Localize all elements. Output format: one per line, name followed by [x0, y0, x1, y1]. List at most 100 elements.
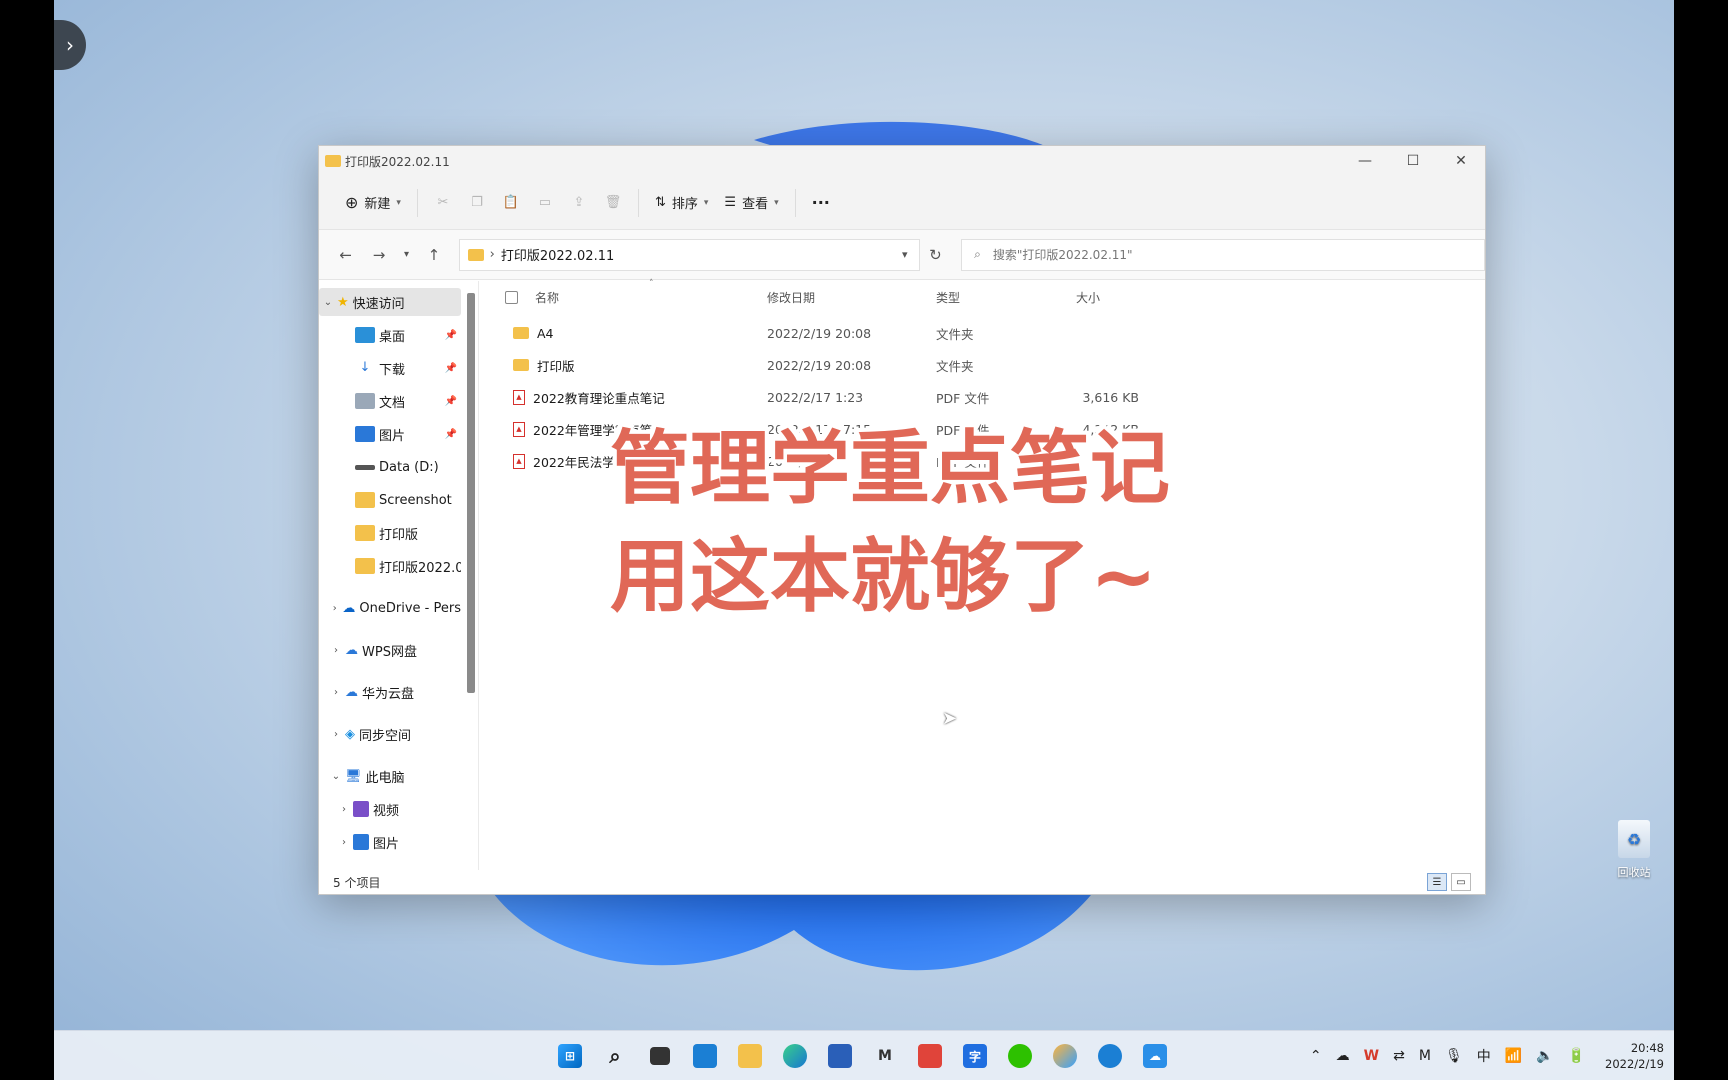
nav-item-print-2022[interactable]: 打印版2022.02	[319, 552, 461, 580]
maximize-button[interactable]: ☐	[1389, 146, 1437, 176]
file-date: 2022/2/17 1:23	[767, 389, 864, 405]
wechat-icon[interactable]	[1002, 1039, 1038, 1073]
chevron-down-icon: ▾	[774, 197, 779, 208]
nav-onedrive[interactable]: › ☁ OneDrive - Pers	[319, 594, 461, 622]
column-type[interactable]: 类型	[936, 289, 960, 306]
recycle-bin[interactable]: ♻ 回收站	[1604, 820, 1664, 880]
sort-button[interactable]: ⇅ 排序 ▾	[647, 187, 716, 218]
task-view-icon[interactable]	[642, 1039, 678, 1073]
star-icon: ★	[337, 294, 349, 310]
photos-app-icon[interactable]	[1047, 1039, 1083, 1073]
nav-quick-access[interactable]: ⌄ ★ 快速访问	[319, 288, 461, 316]
office-app-icon[interactable]	[912, 1039, 948, 1073]
caption-line-1: 管理学重点笔记	[610, 422, 1170, 515]
recent-locations-button[interactable]: ▾	[396, 240, 418, 270]
sort-arrow-icon: ˄	[649, 279, 654, 289]
title-bar: 打印版2022.02.11 — ☐ ✕	[319, 146, 1485, 176]
new-button[interactable]: ⊕ 新建 ▾	[337, 187, 409, 218]
widgets-icon[interactable]	[687, 1039, 723, 1073]
cut-icon[interactable]: ✂	[426, 188, 460, 218]
nav-huawei[interactable]: › ☁ 华为云盘	[319, 678, 461, 706]
ime-indicator[interactable]: 中	[1477, 1046, 1491, 1066]
microphone-icon[interactable]: 🎙	[1445, 1048, 1463, 1064]
file-date: 2022/2/19 20:08	[767, 357, 872, 373]
clock[interactable]: 20:48 2022/2/19	[1605, 1040, 1664, 1072]
refresh-button[interactable]: ↻	[920, 239, 951, 271]
chevron-down-icon[interactable]: ▾	[891, 248, 919, 261]
nav-videos[interactable]: › 视频	[319, 795, 461, 823]
chevron-down-icon: ⌄	[331, 770, 341, 782]
nav-item-drive-d[interactable]: Data (D:)	[319, 453, 461, 481]
address-bar[interactable]: › 打印版2022.02.11 ▾	[458, 238, 920, 271]
edge-icon[interactable]	[777, 1039, 813, 1073]
preview-view-button[interactable]: ▭	[1451, 873, 1471, 891]
nav-item-desktop[interactable]: 桌面 📌	[319, 321, 461, 349]
chevron-up-icon[interactable]: ⌃	[1310, 1048, 1322, 1064]
view-button[interactable]: ☰ 查看 ▾	[716, 187, 786, 218]
dict-app-icon[interactable]: 字	[957, 1039, 993, 1073]
clock-time: 20:48	[1630, 1041, 1664, 1055]
nav-label: WPS网盘	[362, 644, 417, 660]
command-bar: ⊕ 新建 ▾ ✂ ❐ 📋 ▭ ⇪ 🗑 ⇅ 排序 ▾ ☰ 查看 ▾ ···	[319, 176, 1485, 230]
drive-icon	[355, 464, 375, 470]
column-name[interactable]: 名称	[535, 289, 559, 306]
cloud-icon[interactable]: ☁	[1336, 1048, 1350, 1064]
file-type: 文件夹	[936, 358, 974, 374]
computer-icon: 🖥	[345, 768, 362, 784]
close-button[interactable]: ✕	[1437, 146, 1485, 176]
chevron-down-icon: ▾	[703, 197, 709, 208]
taskbar-apps: ⊞ ⌕ M 字 ☁	[552, 1039, 1173, 1073]
nav-item-pictures[interactable]: 图片 📌	[319, 420, 461, 448]
wps-icon[interactable]: W	[1364, 1048, 1379, 1064]
delete-icon[interactable]: 🗑	[596, 188, 630, 218]
search-icon[interactable]: ⌕	[597, 1039, 633, 1073]
picture-icon	[353, 834, 369, 850]
cloud-icon: ☁	[345, 684, 358, 700]
nav-scrollbar[interactable]	[467, 293, 475, 693]
folder-icon	[325, 155, 341, 167]
switch-icon[interactable]: ⇄	[1393, 1048, 1405, 1064]
file-row[interactable]: A4 2022/2/19 20:08 文件夹	[479, 318, 1199, 348]
search-box[interactable]: ⌕ 搜索"打印版2022.02.11"	[961, 238, 1485, 271]
chevron-right-icon: ›	[332, 602, 337, 614]
rename-icon[interactable]: ▭	[528, 188, 562, 218]
file-row[interactable]: 打印版 2022/2/19 20:08 文件夹	[479, 350, 1199, 380]
forward-button[interactable]: →	[362, 240, 395, 270]
nav-this-pc[interactable]: ⌄ 🖥 此电脑	[319, 762, 461, 790]
volume-icon[interactable]: 🔈	[1536, 1048, 1553, 1064]
mindmaster-icon[interactable]: M	[867, 1039, 903, 1073]
file-row[interactable]: ▲ 2022教育理论重点笔记 2022/2/17 1:23 PDF 文件 3,61…	[479, 382, 1199, 412]
more-options-button[interactable]: ···	[804, 187, 838, 218]
nav-sync[interactable]: › ◈ 同步空间	[319, 720, 461, 748]
details-view-button[interactable]: ☰	[1427, 873, 1447, 891]
up-button[interactable]: ↑	[417, 240, 450, 270]
cloud-drive-icon[interactable]: ☁	[1137, 1039, 1173, 1073]
nav-item-documents[interactable]: 文档 📌	[319, 387, 461, 415]
nav-wps[interactable]: › ☁ WPS网盘	[319, 636, 461, 664]
file-explorer-icon[interactable]	[732, 1039, 768, 1073]
browser-app-icon[interactable]	[1092, 1039, 1128, 1073]
pdf-icon: ▲	[513, 389, 525, 405]
more-icon: ···	[811, 193, 830, 212]
nav-label: Data (D:)	[379, 459, 439, 475]
nav-pc-pictures[interactable]: › 图片	[319, 828, 461, 856]
nav-item-screenshot[interactable]: Screenshot	[319, 486, 461, 514]
pin-icon: 📌	[444, 428, 457, 440]
column-date[interactable]: 修改日期	[767, 289, 815, 306]
share-icon[interactable]: ⇪	[562, 188, 596, 218]
minimize-button[interactable]: —	[1341, 146, 1389, 176]
back-button[interactable]: ←	[329, 240, 362, 270]
mindmaster-tray-icon[interactable]: M	[1419, 1048, 1431, 1064]
start-icon[interactable]: ⊞	[552, 1039, 588, 1073]
nav-item-print[interactable]: 打印版	[319, 519, 461, 547]
copy-icon[interactable]: ❐	[460, 188, 494, 218]
wifi-icon[interactable]: 📶	[1505, 1048, 1522, 1064]
divider	[416, 188, 418, 217]
nav-item-downloads[interactable]: ↓ 下载 📌	[319, 354, 461, 382]
paste-icon[interactable]: 📋	[494, 188, 528, 218]
select-all-checkbox[interactable]	[505, 290, 518, 304]
pin-icon: 📌	[444, 362, 457, 374]
store-icon[interactable]	[822, 1039, 858, 1073]
battery-icon[interactable]: 🔋	[1568, 1048, 1585, 1064]
column-size[interactable]: 大小	[1076, 289, 1100, 306]
